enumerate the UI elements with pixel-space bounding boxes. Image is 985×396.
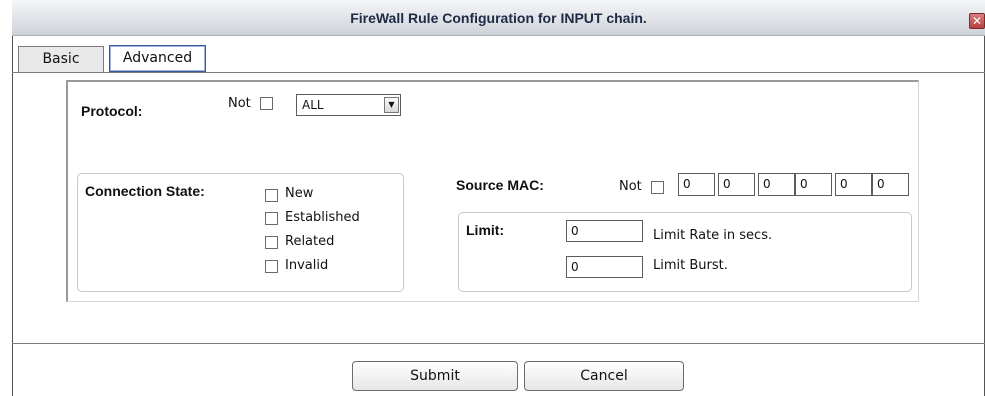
limit-burst-input[interactable]: 0 (566, 256, 643, 278)
state-established-checkbox[interactable] (265, 212, 278, 225)
window-title: FireWall Rule Configuration for INPUT ch… (350, 10, 647, 26)
chevron-down-icon[interactable]: ▼ (384, 97, 399, 113)
limit-rate-input[interactable]: 0 (566, 220, 643, 242)
protocol-selected-value: ALL (302, 98, 324, 112)
connection-state-label: Connection State: (85, 183, 205, 199)
mac-octet-3-input[interactable]: 0 (758, 173, 795, 196)
tab-strip-divider (12, 72, 985, 73)
state-related-checkbox[interactable] (265, 236, 278, 249)
limit-label: Limit: (466, 222, 505, 238)
mac-octet-6-input[interactable]: 0 (872, 173, 909, 196)
footer-divider (12, 343, 985, 344)
mac-octet-1-input[interactable]: 0 (678, 173, 715, 196)
state-established-label: Established (285, 210, 360, 225)
state-invalid-checkbox[interactable] (265, 260, 278, 273)
state-new-checkbox[interactable] (265, 189, 278, 202)
source-mac-label: Source MAC: (456, 177, 544, 193)
tab-basic[interactable]: Basic (18, 46, 104, 72)
state-related-label: Related (285, 234, 335, 249)
source-mac-not-label: Not (619, 179, 642, 194)
cancel-button[interactable]: Cancel (524, 361, 684, 391)
limit-burst-label: Limit Burst. (653, 258, 728, 273)
mac-octet-5-input[interactable]: 0 (835, 173, 872, 196)
state-invalid-label: Invalid (285, 258, 329, 273)
mac-octet-4-input[interactable]: 0 (795, 173, 832, 196)
tab-advanced[interactable]: Advanced (109, 45, 206, 72)
source-mac-not-checkbox[interactable] (651, 181, 664, 194)
mac-octet-2-input[interactable]: 0 (718, 173, 755, 196)
protocol-label: Protocol: (81, 103, 143, 119)
protocol-not-label: Not (228, 96, 251, 111)
close-icon[interactable]: ✕ (969, 13, 985, 29)
state-new-label: New (285, 186, 314, 201)
submit-button[interactable]: Submit (352, 361, 518, 391)
title-bar[interactable]: FireWall Rule Configuration for INPUT ch… (12, 0, 985, 36)
protocol-not-checkbox[interactable] (260, 97, 273, 110)
limit-rate-label: Limit Rate in secs. (653, 228, 773, 243)
limit-group (458, 212, 912, 292)
